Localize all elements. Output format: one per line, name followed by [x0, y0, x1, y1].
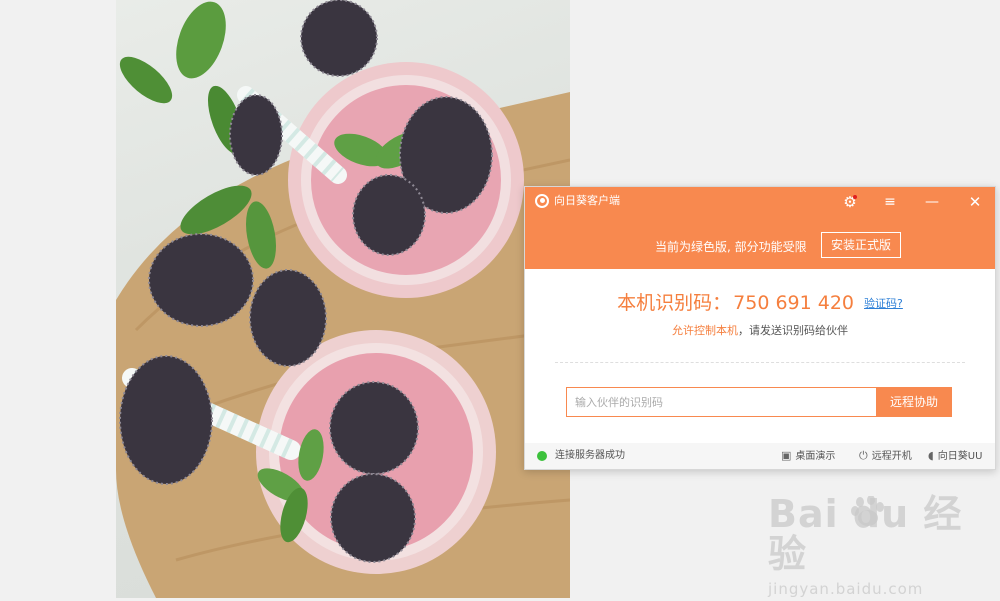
- power-icon: ⏻: [859, 449, 868, 462]
- minimize-button[interactable]: —: [919, 191, 945, 213]
- sunlogin-logo-icon: [535, 194, 549, 208]
- desktop-demo-icon: ▣: [781, 449, 792, 462]
- sunlogin-client-window: 向日葵客户端 ⚙ ≡ — ✕ 当前为绿色版, 部分功能受限 安装正式版 本机识别…: [524, 186, 996, 470]
- machine-id-line: 本机识别码： 750 691 420 验证码?: [525, 291, 995, 316]
- install-full-version-button[interactable]: 安装正式版: [821, 232, 901, 258]
- divider: [555, 362, 965, 363]
- connection-status-text: 连接服务器成功: [555, 450, 625, 461]
- sunflower-uu-label: 向日葵UU: [937, 451, 983, 462]
- machine-id-label: 本机识别码：: [617, 292, 732, 314]
- allow-control-link[interactable]: 允许控制本机: [672, 324, 738, 337]
- remote-boot-button[interactable]: ⏻ 远程开机: [859, 443, 912, 469]
- background-photo: [116, 0, 570, 598]
- mouse-icon: ◖: [928, 449, 934, 462]
- menu-button[interactable]: ≡: [877, 191, 903, 213]
- allow-control-hint: ，请发送识别码给伙伴: [738, 324, 848, 337]
- smoothie-illustration: [116, 0, 570, 598]
- status-bar: 连接服务器成功 ▣ 桌面演示 ⏻ 远程开机 ◖ 向日葵UU: [525, 443, 995, 469]
- verify-code-link[interactable]: 验证码?: [864, 297, 903, 310]
- title-bar[interactable]: 向日葵客户端 ⚙ ≡ — ✕ 当前为绿色版, 部分功能受限 安装正式版: [525, 187, 995, 269]
- notification-dot-icon: [853, 195, 857, 199]
- close-button[interactable]: ✕: [962, 191, 988, 213]
- partner-id-input[interactable]: [566, 387, 876, 417]
- desktop-demo-label: 桌面演示: [795, 451, 836, 462]
- remote-assist-button[interactable]: 远程协助: [876, 387, 952, 417]
- app-title: 向日葵客户端: [554, 194, 620, 207]
- baidu-jingyan-watermark: Bai du 经验 jingyan.baidu.com: [768, 494, 1000, 598]
- connection-status-dot-icon: [537, 451, 547, 461]
- desktop-demo-button[interactable]: ▣ 桌面演示: [781, 443, 836, 469]
- sunflower-uu-button[interactable]: ◖ 向日葵UU: [928, 443, 983, 469]
- allow-control-line: 允许控制本机，请发送识别码给伙伴: [525, 324, 995, 338]
- machine-id-value: 750 691 420: [733, 292, 855, 314]
- remote-boot-label: 远程开机: [871, 451, 912, 462]
- watermark-url-text: jingyan.baidu.com: [768, 580, 924, 598]
- green-version-notice: 当前为绿色版, 部分功能受限: [655, 240, 807, 254]
- baidu-paw-icon: [851, 496, 884, 526]
- settings-button[interactable]: ⚙: [837, 191, 863, 213]
